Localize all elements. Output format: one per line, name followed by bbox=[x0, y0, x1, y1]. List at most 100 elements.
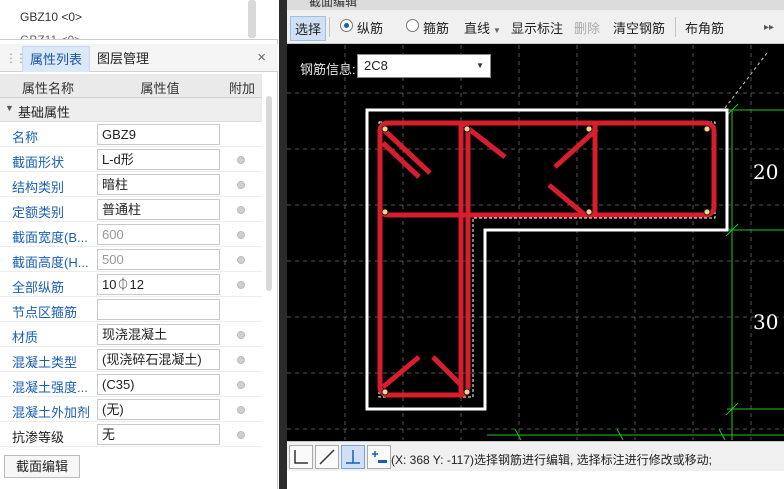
property-name: 全部纵筋 bbox=[12, 280, 65, 295]
line-icon bbox=[319, 449, 335, 465]
point-icon bbox=[346, 450, 360, 464]
property-row[interactable]: 名称 GBZ9 bbox=[0, 122, 262, 147]
attach-checkbox[interactable] bbox=[237, 206, 245, 214]
delete-button[interactable]: 删除 bbox=[574, 18, 600, 37]
attach-checkbox[interactable] bbox=[237, 356, 245, 364]
section-edit-button[interactable]: 截面编辑 bbox=[4, 455, 80, 478]
property-name: 截面宽度(B... bbox=[12, 230, 88, 245]
drawing-svg bbox=[287, 45, 784, 440]
group-label: 基础属性 bbox=[18, 105, 71, 120]
property-value-input[interactable] bbox=[97, 299, 220, 320]
rebar-info-label: 钢筋信息: bbox=[300, 62, 356, 77]
property-name: 定额类别 bbox=[12, 205, 65, 220]
property-row[interactable]: 截面宽度(B... 600 bbox=[0, 222, 262, 247]
leader-line bbox=[724, 52, 768, 109]
dimension-label[interactable]: 20 bbox=[753, 160, 778, 184]
snap-line-button[interactable] bbox=[315, 445, 339, 469]
property-scrollbar[interactable] bbox=[266, 96, 272, 291]
property-value-input[interactable]: 无 bbox=[97, 424, 220, 445]
property-row[interactable]: 截面高度(H... 500 bbox=[0, 247, 262, 272]
property-value-input[interactable]: GBZ9 bbox=[97, 124, 220, 145]
property-row[interactable]: 混凝土类型 (现浇碎石混凝土) bbox=[0, 347, 262, 372]
property-row[interactable]: 截面形状 L-d形 bbox=[0, 147, 262, 172]
attach-checkbox[interactable] bbox=[237, 181, 245, 189]
editor-title: 截面编辑 bbox=[309, 0, 358, 9]
corner-rebar-button[interactable]: 布角筋 bbox=[685, 18, 724, 37]
splitter[interactable] bbox=[279, 0, 287, 489]
stirrup-label[interactable]: 箍筋 bbox=[423, 18, 449, 37]
chevron-down-icon: ▼ bbox=[476, 61, 484, 70]
property-value-input[interactable]: (无) bbox=[97, 399, 220, 420]
show-label-button[interactable]: 显示标注 bbox=[511, 18, 563, 37]
attach-checkbox[interactable] bbox=[237, 431, 245, 439]
list-scrollbar[interactable] bbox=[248, 0, 256, 38]
property-row[interactable]: 定额类别 普通柱 bbox=[0, 197, 262, 222]
longitudinal-radio[interactable] bbox=[340, 19, 353, 32]
dimension-label[interactable]: 30 bbox=[753, 310, 778, 334]
attach-checkbox[interactable] bbox=[237, 381, 245, 389]
header-extra: 附加 bbox=[228, 81, 255, 96]
select-button[interactable]: 选择 bbox=[290, 16, 327, 41]
attach-checkbox[interactable] bbox=[237, 331, 245, 339]
close-icon[interactable]: × bbox=[257, 49, 266, 66]
property-value-input[interactable]: (C35) bbox=[97, 374, 220, 395]
section-outline[interactable] bbox=[365, 108, 729, 411]
property-value-input[interactable]: 600 bbox=[97, 224, 220, 245]
clear-rebar-button[interactable]: 清空钢筋 bbox=[613, 18, 665, 37]
stirrups[interactable] bbox=[377, 120, 717, 398]
property-row[interactable]: 抗渗等级 无 bbox=[0, 422, 262, 447]
property-name: 名称 bbox=[12, 130, 39, 145]
group-basic-properties[interactable]: ▼ 基础属性 bbox=[0, 98, 262, 122]
property-value-input[interactable]: 现浇混凝土 bbox=[97, 324, 220, 345]
property-value-input[interactable]: 500 bbox=[97, 249, 220, 270]
property-grid-header: 属性名称 属性值 附加 bbox=[0, 74, 262, 98]
snap-perpendicular-button[interactable] bbox=[341, 445, 365, 469]
editor-statusbar: (X: 368 Y: -117)选择钢筋进行编辑, 选择标注进行修改或移动; bbox=[287, 441, 784, 471]
property-row[interactable]: 混凝土外加剂 (无) bbox=[0, 397, 262, 422]
property-row[interactable]: 混凝土强度... (C35) bbox=[0, 372, 262, 397]
line-dropdown[interactable]: 直线 ▼ bbox=[464, 18, 501, 37]
header-name: 属性名称 bbox=[21, 81, 74, 96]
rebar-info-dropdown[interactable]: 2C8 ▼ bbox=[357, 54, 491, 78]
attach-checkbox[interactable] bbox=[237, 156, 245, 164]
component-item[interactable]: GBZ10 <0> bbox=[20, 10, 82, 24]
attach-checkbox[interactable] bbox=[237, 406, 245, 414]
stirrup-radio[interactable] bbox=[406, 19, 419, 32]
attach-checkbox[interactable] bbox=[237, 231, 245, 239]
attach-checkbox[interactable] bbox=[237, 281, 245, 289]
panel-tabs: ⋮⋮ 属性列表 图层管理 × bbox=[0, 44, 278, 72]
cover-line bbox=[378, 121, 716, 398]
property-value-input[interactable]: 10⏀12 bbox=[97, 274, 220, 295]
drawing-canvas[interactable]: 钢筋信息: 2C8 ▼ 20 30 bbox=[287, 45, 784, 440]
attach-checkbox[interactable] bbox=[237, 256, 245, 264]
status-text: (X: 368 Y: -117)选择钢筋进行编辑, 选择标注进行修改或移动; bbox=[391, 453, 712, 467]
property-pane: GBZ10 <0> GBZ11 <0> ⋮⋮ 属性列表 图层管理 × 属性名称 … bbox=[0, 0, 278, 489]
grid-lines bbox=[287, 45, 784, 440]
chevron-down-icon: ▼ bbox=[493, 26, 501, 35]
rebar-info-value: 2C8 bbox=[364, 58, 388, 73]
tab-layer-management[interactable]: 图层管理 bbox=[90, 46, 156, 72]
collapse-arrow-icon[interactable]: ▼ bbox=[5, 103, 14, 113]
property-name: 混凝土类型 bbox=[12, 355, 78, 370]
property-value-input[interactable]: 暗柱 bbox=[97, 174, 220, 195]
angle-icon bbox=[294, 450, 308, 464]
section-editor-window: 截面编辑 选择 纵筋 箍筋 直线 ▼ 显示标注 删除 清空钢筋 布角筋 ▸▸ 钢… bbox=[287, 0, 784, 489]
property-value-input[interactable]: L-d形 bbox=[97, 149, 220, 170]
component-item-partial[interactable]: GBZ11 <0> bbox=[20, 33, 81, 39]
property-name: 抗渗等级 bbox=[12, 430, 65, 445]
property-row[interactable]: 全部纵筋 10⏀12 bbox=[0, 272, 262, 297]
property-row[interactable]: 结构类别 暗柱 bbox=[0, 172, 262, 197]
tab-property-list[interactable]: 属性列表 bbox=[22, 46, 91, 72]
longitudinal-label[interactable]: 纵筋 bbox=[357, 18, 383, 37]
property-row[interactable]: 材质 现浇混凝土 bbox=[0, 322, 262, 347]
property-name: 节点区箍筋 bbox=[12, 305, 78, 320]
property-value-input[interactable]: 普通柱 bbox=[97, 199, 220, 220]
editor-titlebar[interactable]: 截面编辑 bbox=[287, 0, 784, 10]
add-dimension-button[interactable] bbox=[367, 445, 391, 469]
property-row[interactable]: 节点区箍筋 bbox=[0, 297, 262, 322]
property-value-input[interactable]: (现浇碎石混凝土) bbox=[97, 349, 220, 370]
toolbar-overflow-icon[interactable]: ▸▸ bbox=[764, 22, 774, 33]
snap-orthogonal-button[interactable] bbox=[289, 445, 313, 469]
header-value: 属性值 bbox=[140, 81, 180, 96]
bottom-toolbar-strip bbox=[287, 471, 784, 489]
